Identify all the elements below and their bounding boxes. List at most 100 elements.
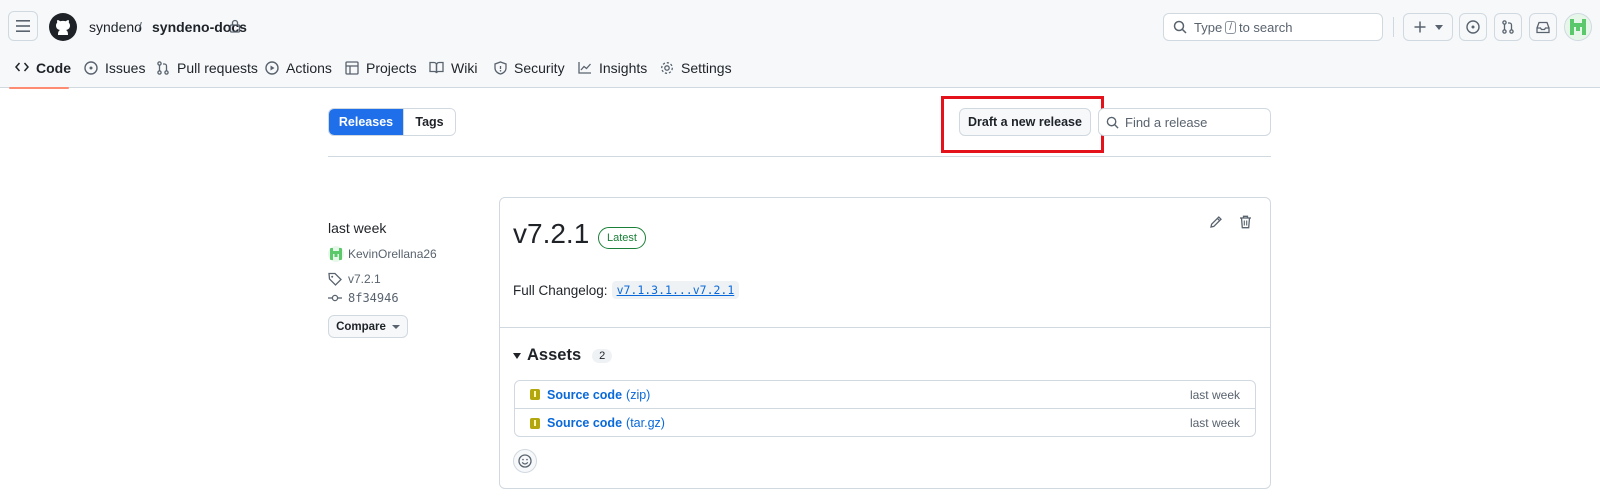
- tab-pull-requests[interactable]: Pull requests: [156, 55, 258, 88]
- release-tag-link[interactable]: v7.2.1: [328, 272, 381, 286]
- book-icon: [429, 61, 444, 74]
- search-icon: [1106, 116, 1119, 129]
- trash-icon[interactable]: [1239, 215, 1252, 229]
- release-title[interactable]: v7.2.1: [513, 218, 589, 250]
- asset-name: Source code: [547, 387, 623, 402]
- list-item[interactable]: Source code (zip) last week: [515, 381, 1255, 409]
- tab-label: Actions: [286, 60, 332, 76]
- github-logo-icon[interactable]: [49, 13, 77, 41]
- plus-icon: [1414, 21, 1425, 33]
- breadcrumb-owner[interactable]: syndeno: [89, 19, 142, 35]
- compare-label: Compare: [336, 320, 386, 333]
- release-card: v7.2.1 Latest Full Changelog: v7.1.3.1..…: [499, 197, 1271, 489]
- header-divider: [1393, 17, 1394, 37]
- global-header: syndeno / syndeno-docs Type / to search …: [0, 0, 1600, 89]
- latest-badge: Latest: [598, 227, 646, 249]
- play-icon: [265, 61, 279, 75]
- file-zip-icon: [530, 389, 540, 400]
- caret-down-icon: [391, 324, 400, 329]
- tab-actions[interactable]: Actions: [265, 55, 332, 88]
- tab-code[interactable]: Code: [15, 55, 71, 88]
- release-author[interactable]: KevinOrellana26: [328, 246, 437, 262]
- hamburger-icon: [16, 20, 30, 32]
- repo-nav-tabs: Code Issues Pull requests Actions Projec…: [0, 55, 800, 89]
- triangle-down-icon: [513, 352, 521, 359]
- search-suffix: to search: [1238, 19, 1293, 35]
- card-divider: [500, 327, 1270, 328]
- user-avatar[interactable]: [1564, 13, 1592, 41]
- find-release-placeholder: Find a release: [1125, 114, 1208, 130]
- tab-settings[interactable]: Settings: [660, 55, 732, 88]
- create-new-button[interactable]: [1403, 13, 1453, 41]
- tab-issues[interactable]: Issues: [84, 55, 145, 88]
- pull-request-icon: [1502, 20, 1514, 34]
- breadcrumb-separator: /: [138, 19, 142, 35]
- assets-toggle[interactable]: Assets 2: [513, 346, 613, 365]
- inbox-button[interactable]: [1529, 13, 1557, 41]
- lock-icon: [229, 19, 241, 33]
- tab-label: Wiki: [451, 60, 478, 76]
- search-input[interactable]: Type / to search: [1163, 13, 1383, 41]
- issue-icon: [1466, 20, 1480, 34]
- gear-icon: [661, 62, 673, 74]
- tab-wiki[interactable]: Wiki: [429, 55, 477, 88]
- releases-tags-toggle: Releases Tags: [328, 108, 456, 136]
- file-zip-icon: [530, 417, 540, 429]
- pull-requests-button[interactable]: [1494, 13, 1522, 41]
- changelog-label: Full Changelog:: [513, 282, 608, 298]
- tab-label: Issues: [105, 60, 146, 76]
- code-icon: [15, 62, 29, 72]
- add-reaction-button[interactable]: [513, 449, 537, 473]
- search-prefix: Type: [1194, 19, 1223, 35]
- assets-label: Assets: [527, 346, 582, 364]
- author-name: KevinOrellana26: [348, 247, 437, 261]
- compare-button[interactable]: Compare: [328, 315, 408, 338]
- tab-label: Security: [514, 60, 565, 76]
- pencil-icon[interactable]: [1209, 215, 1223, 229]
- identicon-icon: [330, 248, 342, 260]
- author-avatar: [328, 246, 344, 262]
- asset-name: Source code: [547, 416, 623, 430]
- changelog-line: Full Changelog: v7.1.3.1...v7.2.1: [513, 281, 740, 299]
- pull-request-icon: [157, 61, 169, 75]
- changelog-link[interactable]: v7.1.3.1...v7.2.1: [611, 281, 740, 299]
- find-release-input[interactable]: Find a release: [1098, 108, 1271, 136]
- release-tag: v7.2.1: [348, 272, 381, 286]
- asset-ext: (tar.gz): [626, 416, 665, 430]
- releases-tab-button[interactable]: Releases: [329, 109, 403, 135]
- issues-button[interactable]: [1459, 13, 1487, 41]
- menu-button[interactable]: [8, 11, 38, 41]
- tab-security[interactable]: Security: [494, 55, 565, 88]
- tab-projects[interactable]: Projects: [345, 55, 417, 88]
- smiley-icon: [518, 454, 532, 468]
- toolbar-divider: [328, 156, 1271, 157]
- identicon-icon: [1570, 19, 1586, 35]
- search-icon: [1173, 20, 1187, 34]
- list-item[interactable]: Source code (tar.gz) last week: [515, 409, 1255, 437]
- table-icon: [345, 61, 359, 75]
- asset-date: last week: [1189, 387, 1240, 402]
- tags-tab-button[interactable]: Tags: [403, 109, 455, 135]
- highlight-annotation: [941, 96, 1104, 153]
- tab-label: Insights: [599, 60, 648, 76]
- tab-insights[interactable]: Insights: [578, 55, 647, 88]
- release-commit: 8f34946: [348, 291, 399, 305]
- release-date: last week: [328, 220, 387, 236]
- tab-label: Projects: [366, 60, 417, 76]
- graph-icon: [578, 62, 591, 74]
- issue-icon: [84, 61, 98, 75]
- tab-label: Settings: [681, 60, 732, 76]
- active-tab-indicator: [9, 87, 69, 89]
- assets-count-badge: 2: [592, 348, 613, 363]
- caret-down-icon: [1434, 24, 1443, 30]
- search-shortcut-key: /: [1225, 20, 1236, 34]
- asset-ext: (zip): [626, 387, 651, 402]
- asset-date: last week: [1189, 416, 1240, 430]
- release-commit-link[interactable]: 8f34946: [328, 291, 399, 305]
- tab-label: Code: [36, 60, 71, 76]
- tab-label: Pull requests: [177, 60, 258, 76]
- tag-icon: [328, 272, 342, 286]
- shield-icon: [494, 61, 507, 75]
- inbox-icon: [1536, 21, 1550, 33]
- asset-list: Source code (zip) last week Source code …: [514, 380, 1256, 437]
